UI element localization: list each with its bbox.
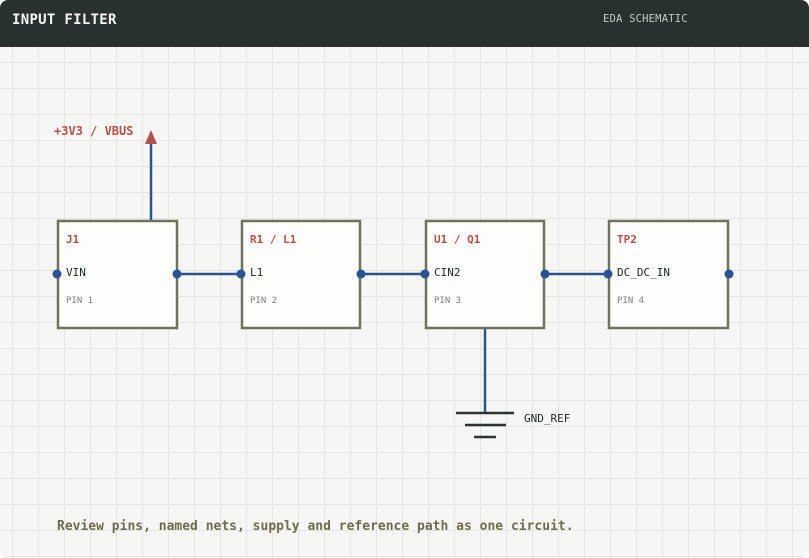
component-net: VIN [66, 266, 86, 279]
component-pin: PIN 3 [434, 296, 461, 306]
component-ref: TP2 [617, 233, 637, 246]
pin-dot[interactable] [356, 269, 366, 279]
pin-dot[interactable] [603, 269, 613, 279]
pin-dot[interactable] [236, 269, 246, 279]
component-j1[interactable]: J1 VIN PIN 1 [56, 219, 179, 330]
component-pin: PIN 1 [66, 296, 93, 306]
supply-label: +3V3 / VBUS [54, 124, 133, 138]
ground-label: GND_REF [524, 412, 570, 425]
component-net: CIN2 [434, 266, 461, 279]
schematic-diagram: +3V3 / VBUS GND_REF J1 VIN PIN 1 R1 / L1… [52, 124, 734, 439]
component-net: L1 [250, 266, 263, 279]
component-ref: U1 / Q1 [434, 233, 481, 246]
pin-dot[interactable] [420, 269, 430, 279]
component-u1-q1[interactable]: U1 / Q1 CIN2 PIN 3 [424, 219, 546, 330]
component-pin: PIN 2 [250, 296, 277, 306]
footer-note: Review pins, named nets, supply and refe… [57, 519, 574, 534]
component-net: DC_DC_IN [617, 266, 670, 279]
component-r1-l1[interactable]: R1 / L1 L1 PIN 2 [240, 219, 362, 330]
component-tp2[interactable]: TP2 DC_DC_IN PIN 4 [607, 219, 730, 330]
component-ref: R1 / L1 [250, 233, 297, 246]
pin-dot[interactable] [52, 269, 62, 279]
pin-dot[interactable] [540, 269, 550, 279]
schematic-canvas: INPUT FILTER EDA SCHEMATIC +3V3 / VBUS G… [0, 0, 809, 558]
supply-arrow-icon [145, 130, 157, 144]
pin-dot[interactable] [724, 269, 734, 279]
component-pin: PIN 4 [617, 296, 644, 306]
pin-dot[interactable] [172, 269, 182, 279]
component-ref: J1 [66, 233, 80, 246]
